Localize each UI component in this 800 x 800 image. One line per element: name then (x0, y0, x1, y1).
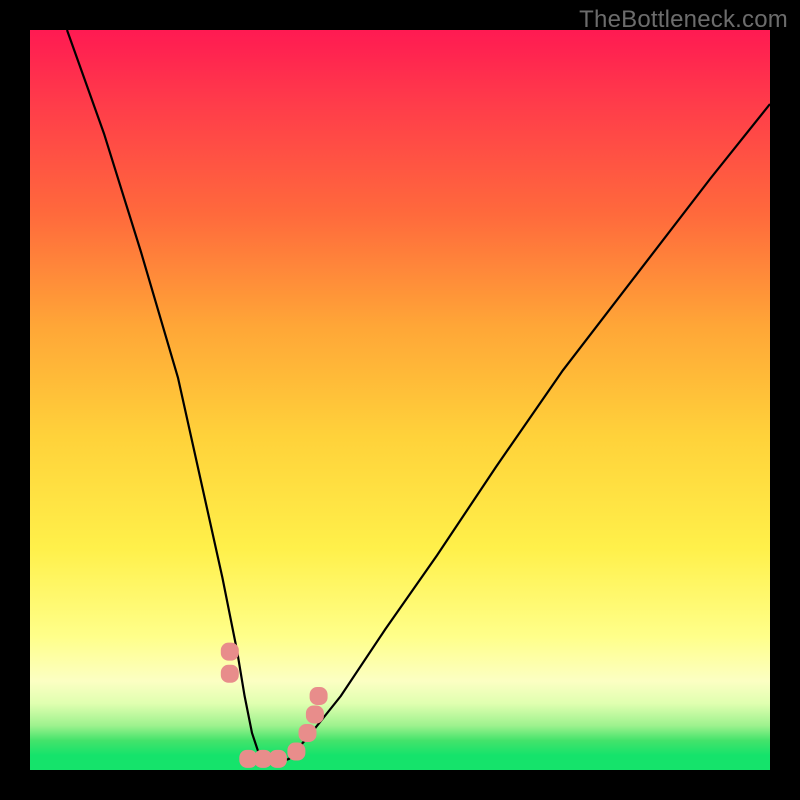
zoom-marker (269, 750, 287, 768)
zoom-marker (299, 724, 317, 742)
plot-area (30, 30, 770, 770)
zoom-markers (221, 643, 328, 768)
curve-layer (30, 30, 770, 770)
zoom-marker (306, 706, 324, 724)
zoom-marker (310, 687, 328, 705)
watermark-text: TheBottleneck.com (579, 6, 788, 34)
zoom-marker (287, 743, 305, 761)
zoom-marker (221, 665, 239, 683)
bottleneck-curve (67, 30, 770, 763)
chart-frame: TheBottleneck.com (0, 0, 800, 800)
zoom-marker (221, 643, 239, 661)
